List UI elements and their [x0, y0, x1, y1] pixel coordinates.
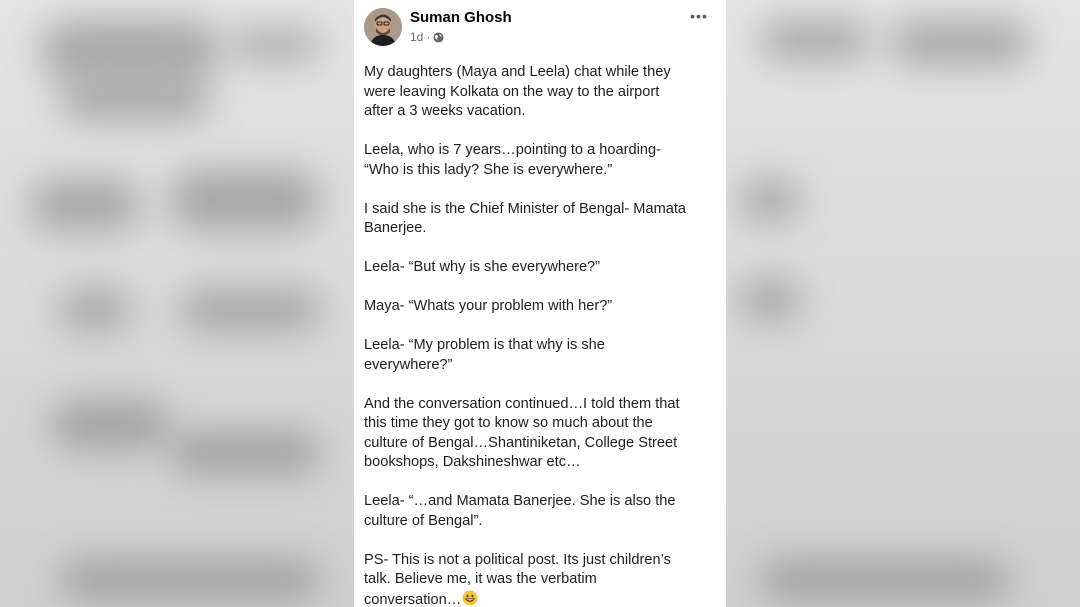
more-options-button[interactable]: •••	[688, 8, 710, 24]
post-paragraph: Leela- “My problem is that why is she ev…	[364, 337, 605, 373]
post-text: My daughters (Maya and Leela) chat while…	[364, 63, 714, 607]
post-card: Suman Ghosh 1d · ••• My daughters (Maya …	[354, 0, 726, 607]
post-paragraph: Maya- “Whats your problem with her?”	[364, 298, 613, 314]
post-paragraph: PS- This is not a political post. Its ju…	[364, 551, 671, 607]
post-paragraph: I said she is the Chief Minister of Beng…	[364, 200, 687, 237]
grinning-face-emoji-icon	[462, 590, 478, 607]
meta-separator: ·	[426, 30, 431, 44]
author-name[interactable]: Suman Ghosh	[410, 9, 512, 26]
post-time[interactable]: 1d	[410, 30, 423, 44]
post-paragraph: And the conversation continued…I told th…	[364, 395, 680, 471]
post-header: Suman Ghosh 1d · •••	[364, 8, 716, 48]
post-paragraph: My daughters (Maya and Leela) chat while…	[364, 64, 671, 119]
post-paragraph: Leela- “But why is she everywhere?”	[364, 259, 601, 275]
globe-icon	[433, 31, 444, 43]
post-meta: 1d ·	[410, 30, 444, 44]
post-paragraph-last: PS- This is not a political post. Its ju…	[364, 551, 714, 607]
post-paragraph: Leela, who is 7 years…pointing to a hoar…	[364, 142, 661, 178]
post-paragraph: Leela- “…and Mamata Banerjee. She is als…	[364, 493, 676, 529]
avatar[interactable]	[364, 8, 402, 46]
